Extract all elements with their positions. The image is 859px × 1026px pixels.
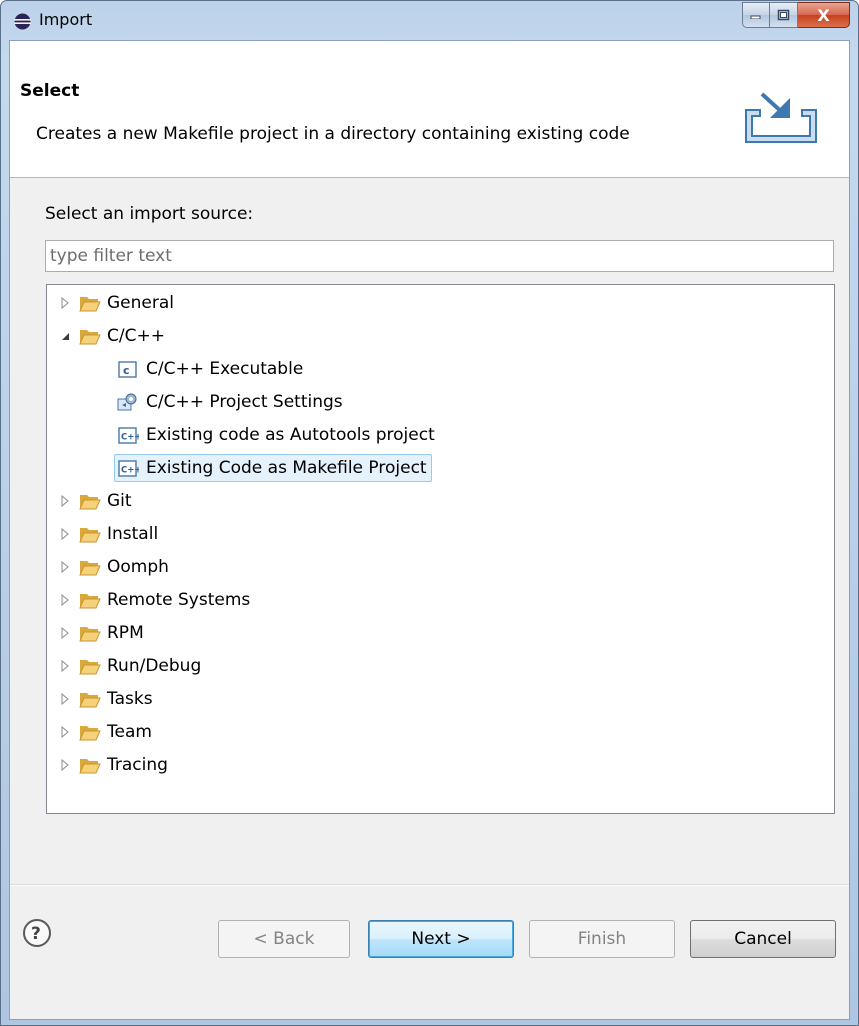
back-button[interactable]: < Back bbox=[218, 920, 350, 958]
maximize-button[interactable] bbox=[770, 2, 798, 28]
folder-icon bbox=[79, 297, 101, 312]
tree-item-cpp[interactable]: C/C++ bbox=[59, 323, 165, 349]
import-source-label-text: Select an import source: bbox=[45, 204, 254, 224]
svg-text:C++: C++ bbox=[121, 466, 139, 476]
tree-item-label: Git bbox=[107, 491, 132, 511]
tree-item-label: C/C++ Project Settings bbox=[146, 392, 343, 412]
close-icon: X bbox=[817, 5, 830, 25]
collapse-arrow-icon[interactable] bbox=[59, 330, 71, 342]
tree-item-run-debug[interactable]: Run/Debug bbox=[59, 653, 201, 679]
c-executable-icon: c bbox=[118, 361, 137, 378]
tree-item-label: Tracing bbox=[107, 755, 168, 775]
title-bar[interactable]: Import X bbox=[1, 1, 858, 40]
tree-item-tracing[interactable]: Tracing bbox=[59, 752, 168, 778]
window-title: Import bbox=[39, 10, 93, 29]
close-button[interactable]: X bbox=[798, 2, 850, 28]
expand-arrow-icon[interactable] bbox=[59, 660, 71, 672]
expand-arrow-icon[interactable] bbox=[59, 759, 71, 771]
expand-arrow-icon[interactable] bbox=[59, 627, 71, 639]
tree-item-label: Install bbox=[107, 524, 159, 544]
tree-item-makefile-project[interactable]: C++ Existing Code as Makefile Project bbox=[114, 454, 432, 482]
cancel-button[interactable]: Cancel bbox=[690, 920, 836, 958]
svg-text:c: c bbox=[123, 364, 130, 377]
tree-item-oomph[interactable]: Oomph bbox=[59, 554, 169, 580]
wizard-title: Select bbox=[20, 81, 80, 101]
import-source-tree[interactable]: General C/C++ c C/C++ Executable C/C++ P… bbox=[46, 284, 835, 814]
folder-icon bbox=[79, 495, 101, 510]
tree-item-tasks[interactable]: Tasks bbox=[59, 686, 153, 712]
tree-item-remote-systems[interactable]: Remote Systems bbox=[59, 587, 250, 613]
folder-icon bbox=[79, 693, 101, 708]
folder-icon bbox=[79, 759, 101, 774]
folder-open-icon bbox=[79, 330, 101, 345]
svg-text:C++: C++ bbox=[121, 433, 139, 443]
tree-item-git[interactable]: Git bbox=[59, 488, 132, 514]
tree-item-label: Run/Debug bbox=[107, 656, 202, 676]
help-icon[interactable]: ? bbox=[22, 918, 52, 948]
tree-item-label: Tasks bbox=[107, 689, 153, 709]
tree-item-cpp-project-settings[interactable]: C/C++ Project Settings bbox=[117, 389, 343, 415]
folder-icon bbox=[79, 561, 101, 576]
tree-item-team[interactable]: Team bbox=[59, 719, 152, 745]
minimize-icon bbox=[750, 15, 761, 19]
folder-icon bbox=[79, 528, 101, 543]
project-settings-icon bbox=[117, 393, 137, 411]
import-wizard-icon bbox=[745, 92, 817, 143]
maximize-icon bbox=[777, 9, 790, 21]
wizard-header: Select Creates a new Makefile project in… bbox=[10, 41, 849, 178]
import-dialog: Import X Select Creates a new Makefile p… bbox=[0, 0, 859, 1026]
cpp-file-icon: C++ bbox=[118, 460, 139, 477]
tree-item-label: Existing Code as Makefile Project bbox=[146, 458, 427, 478]
expand-arrow-icon[interactable] bbox=[59, 726, 71, 738]
filter-input[interactable] bbox=[45, 240, 834, 272]
dialog-content: Select Creates a new Makefile project in… bbox=[9, 40, 850, 1020]
caption-buttons: X bbox=[742, 2, 850, 30]
tree-item-label: General bbox=[107, 293, 174, 313]
tree-item-label: Remote Systems bbox=[107, 590, 251, 610]
tree-item-label: Team bbox=[107, 722, 152, 742]
selection-highlight[interactable]: C++ Existing Code as Makefile Project bbox=[114, 454, 432, 482]
tree-item-rpm[interactable]: RPM bbox=[59, 620, 144, 646]
expand-arrow-icon[interactable] bbox=[59, 561, 71, 573]
tree-item-label: C/C++ Executable bbox=[146, 359, 304, 379]
eclipse-icon bbox=[14, 13, 31, 30]
footer-separator bbox=[10, 884, 849, 886]
folder-icon bbox=[79, 660, 101, 675]
next-button[interactable]: Next > bbox=[368, 920, 514, 958]
tree-item-autotools-project[interactable]: C++ Existing code as Autotools project bbox=[117, 422, 435, 448]
expand-arrow-icon[interactable] bbox=[59, 594, 71, 606]
wizard-description: Creates a new Makefile project in a dire… bbox=[36, 124, 630, 144]
cpp-file-icon: C++ bbox=[118, 427, 139, 444]
folder-icon bbox=[79, 594, 101, 609]
expand-arrow-icon[interactable] bbox=[59, 693, 71, 705]
folder-icon bbox=[79, 627, 101, 642]
svg-text:?: ? bbox=[31, 924, 41, 944]
tree-item-label: RPM bbox=[107, 623, 144, 643]
expand-arrow-icon[interactable] bbox=[59, 297, 71, 309]
tree-item-install[interactable]: Install bbox=[59, 521, 158, 547]
expand-arrow-icon[interactable] bbox=[59, 495, 71, 507]
tree-item-label: Existing code as Autotools project bbox=[146, 425, 435, 445]
expand-arrow-icon[interactable] bbox=[59, 528, 71, 540]
minimize-button[interactable] bbox=[742, 2, 770, 28]
tree-item-label: Oomph bbox=[107, 557, 169, 577]
folder-icon bbox=[79, 726, 101, 741]
import-source-label: Select an import source: bbox=[45, 204, 253, 224]
tree-item-label: C/C++ bbox=[107, 326, 165, 346]
tree-item-general[interactable]: General bbox=[59, 290, 174, 316]
tree-item-cpp-executable[interactable]: c C/C++ Executable bbox=[117, 356, 303, 382]
finish-button[interactable]: Finish bbox=[529, 920, 675, 958]
